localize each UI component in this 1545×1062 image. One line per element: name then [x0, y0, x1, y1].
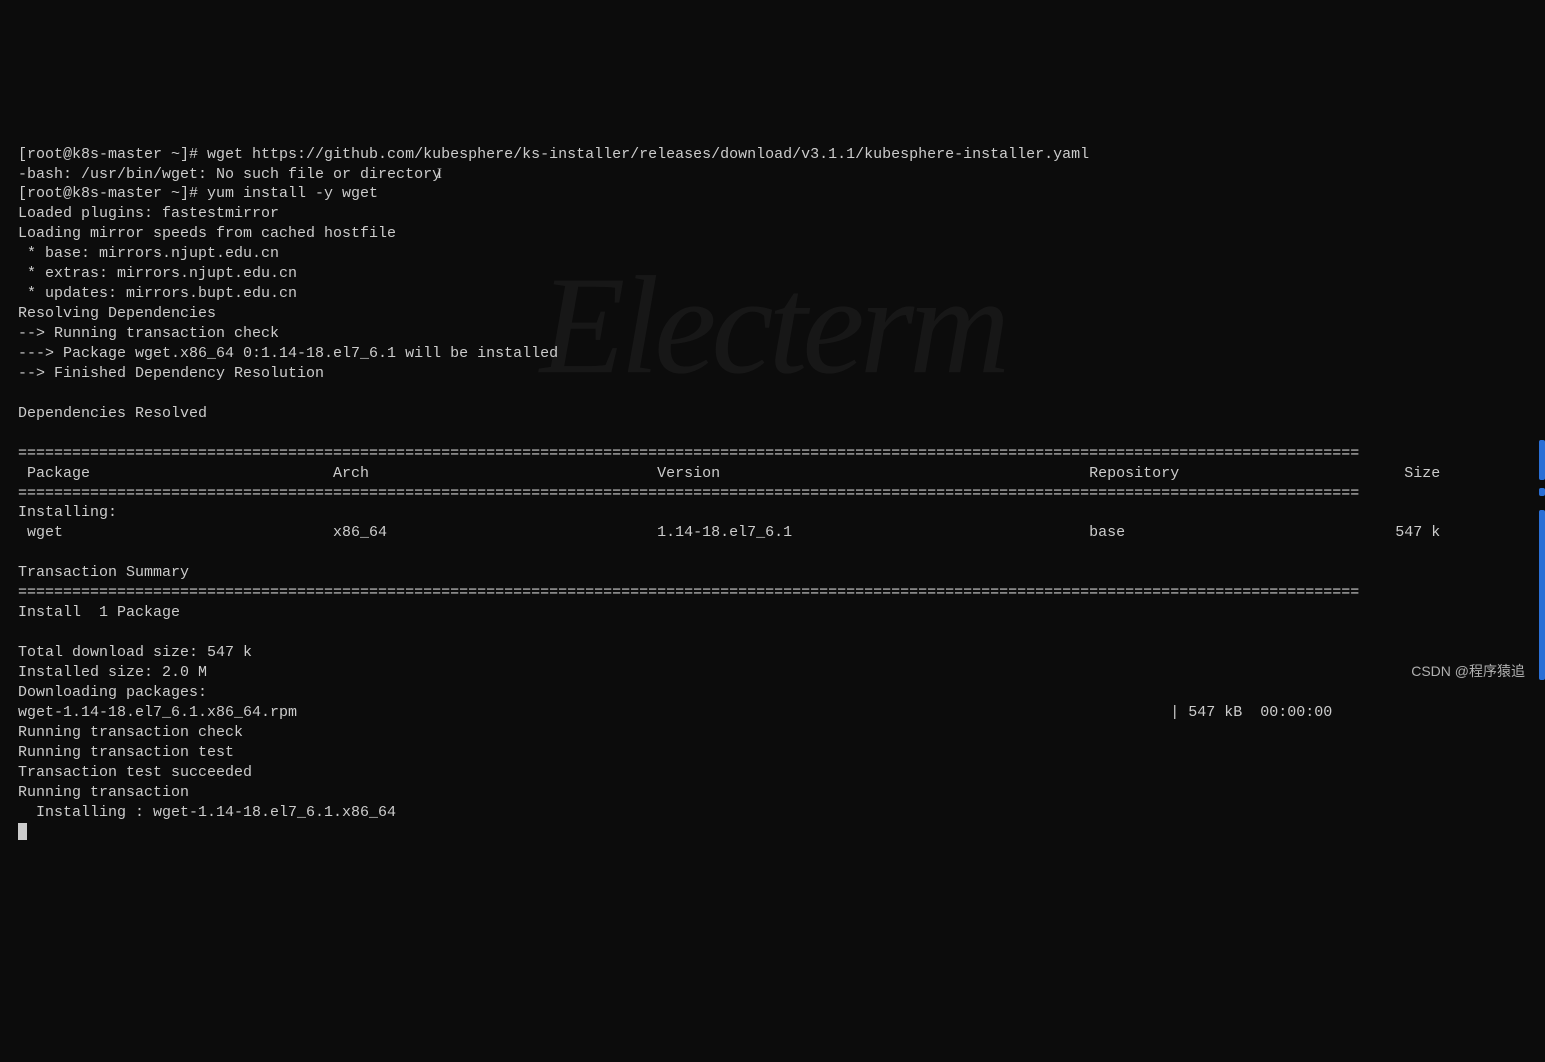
terminal-line: ---> Package wget.x86_64 0:1.14-18.el7_6… — [18, 345, 558, 362]
terminal-line: --> Running transaction check — [18, 325, 279, 342]
terminal-line: Downloading packages: — [18, 684, 207, 701]
terminal-line: * updates: mirrors.bupt.edu.cn — [18, 285, 297, 302]
terminal-cursor — [18, 823, 27, 840]
terminal-line: -bash: /usr/bin/wget: No such file or di… — [18, 166, 441, 183]
terminal-line: [root@k8s-master ~]# yum install -y wget — [18, 185, 378, 202]
terminal-line: Resolving Dependencies — [18, 305, 216, 322]
scrollbar[interactable] — [1537, 0, 1545, 689]
terminal-line: Running transaction — [18, 784, 189, 801]
separator-line: ========================================… — [18, 584, 1359, 601]
terminal-line: Dependencies Resolved — [18, 405, 207, 422]
separator-line: ========================================… — [18, 445, 1359, 462]
terminal-line: Loading mirror speeds from cached hostfi… — [18, 225, 396, 242]
table-header: Package Arch Version Repository Size — [18, 465, 1440, 482]
separator-line: ========================================… — [18, 485, 1359, 502]
terminal-line: Running transaction check — [18, 724, 243, 741]
csdn-watermark: CSDN @程序猿追 — [1411, 662, 1525, 681]
scrollbar-thumb[interactable] — [1539, 510, 1545, 680]
terminal-line: Total download size: 547 k — [18, 644, 252, 661]
terminal-line: * extras: mirrors.njupt.edu.cn — [18, 265, 297, 282]
terminal-line: wget-1.14-18.el7_6.1.x86_64.rpm | 547 kB… — [18, 704, 1332, 721]
terminal-line: --> Finished Dependency Resolution — [18, 365, 324, 382]
table-row: wget x86_64 1.14-18.el7_6.1 base 547 k — [18, 524, 1440, 541]
terminal-line: Install 1 Package — [18, 604, 180, 621]
terminal-line: Loaded plugins: fastestmirror — [18, 205, 279, 222]
terminal-line: Running transaction test — [18, 744, 234, 761]
terminal-line: Transaction Summary — [18, 564, 189, 581]
terminal-line: * base: mirrors.njupt.edu.cn — [18, 245, 279, 262]
terminal-line: Installing: — [18, 504, 117, 521]
terminal-line: Installed size: 2.0 M — [18, 664, 207, 681]
terminal-output[interactable]: [root@k8s-master ~]# wget https://github… — [18, 125, 1527, 843]
terminal-line: Transaction test succeeded — [18, 764, 252, 781]
scrollbar-thumb[interactable] — [1539, 488, 1545, 496]
terminal-line: Installing : wget-1.14-18.el7_6.1.x86_64 — [18, 804, 396, 821]
scrollbar-thumb[interactable] — [1539, 440, 1545, 480]
terminal-line: [root@k8s-master ~]# wget https://github… — [18, 146, 1089, 163]
